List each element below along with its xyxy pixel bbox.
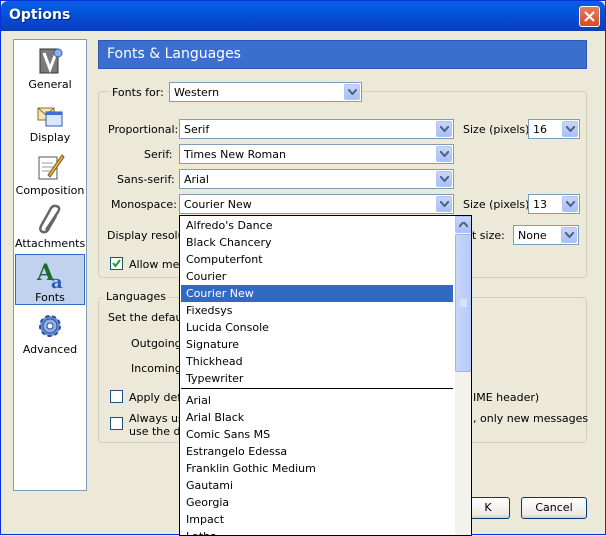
minimum-font-size-select[interactable]: None: [513, 225, 579, 245]
list-item[interactable]: Thickhead: [181, 353, 453, 370]
proportional-label: Proportional:: [108, 123, 179, 136]
size-label-monospace: Size (pixels): [463, 198, 530, 211]
chevron-down-icon: [566, 201, 575, 207]
dropdown-scrollbar[interactable]: [455, 216, 471, 535]
list-item[interactable]: Black Chancery: [181, 234, 453, 251]
gear-icon: [39, 315, 61, 337]
serif-label: Serif:: [144, 148, 173, 161]
always-use-default-checkbox[interactable]: [110, 417, 123, 430]
monospace-font-dropdown[interactable]: Alfredo's Dance Black Chancery Computerf…: [179, 215, 472, 536]
display-icon: [37, 107, 63, 127]
size-label-proportional: Size (pixels): [463, 123, 530, 136]
chevron-down-icon: [440, 176, 449, 182]
sidebar-item-fonts[interactable]: A a Fonts: [15, 254, 85, 305]
window-title: Options: [9, 7, 71, 23]
sidebar-item-display[interactable]: Display: [15, 95, 85, 146]
apply-default-checkbox[interactable]: [110, 390, 123, 403]
fonts-for-label: Fonts for:: [109, 86, 167, 99]
sidebar-item-label: Display: [29, 131, 71, 144]
scroll-up-button[interactable]: [455, 216, 471, 233]
chevron-down-icon: [565, 232, 574, 238]
title-bar[interactable]: Options: [1, 1, 605, 31]
grip-icon: [460, 299, 467, 307]
list-item-selected[interactable]: Courier New: [181, 285, 453, 302]
sidebar-item-label: Composition: [15, 184, 85, 197]
list-item[interactable]: Comic Sans MS: [181, 426, 453, 443]
sidebar-item-advanced[interactable]: Advanced: [15, 307, 85, 358]
close-button[interactable]: [579, 6, 600, 27]
category-sidebar: General Display Composition Attachments …: [13, 39, 87, 491]
always-use-label: Always us: [129, 412, 184, 425]
sidebar-item-label: General: [28, 78, 72, 91]
monospace-label: Monospace:: [111, 198, 177, 211]
proportional-size-select[interactable]: 16: [528, 119, 580, 139]
fonts-for-select[interactable]: Western: [169, 82, 362, 102]
chevron-down-icon: [348, 89, 357, 95]
list-item[interactable]: Estrangelo Edessa: [181, 443, 453, 460]
cancel-button[interactable]: Cancel: [521, 497, 587, 519]
scroll-thumb[interactable]: [455, 234, 471, 372]
composition-icon: [38, 154, 65, 180]
checkmark-icon: [112, 259, 121, 268]
only-new-messages-label: , only new messages: [473, 412, 589, 425]
ok-button[interactable]: K: [466, 497, 510, 519]
sidebar-item-composition[interactable]: Composition: [15, 148, 85, 199]
sans-serif-label: Sans-serif:: [117, 173, 175, 186]
list-item[interactable]: Alfredo's Dance: [181, 217, 453, 234]
monospace-size-select[interactable]: 13: [528, 194, 580, 214]
close-icon: [584, 11, 595, 22]
pane-title: Fonts & Languages: [107, 46, 241, 62]
chevron-up-icon: [459, 222, 468, 228]
list-item[interactable]: Signature: [181, 336, 453, 353]
chevron-down-icon: [566, 126, 575, 132]
list-item[interactable]: Courier: [181, 268, 453, 285]
list-item[interactable]: Arial: [181, 392, 453, 409]
fonts-icon: A a: [36, 260, 63, 290]
paperclip-icon: [39, 204, 61, 234]
serif-select[interactable]: Times New Roman: [179, 144, 454, 164]
outgoing-label: Outgoing: [131, 337, 182, 350]
svg-text:a: a: [51, 272, 63, 290]
list-item[interactable]: Arial Black: [181, 409, 453, 426]
sidebar-item-label: Fonts: [35, 291, 65, 304]
set-default-label: Set the default: [108, 311, 190, 324]
options-window: Options General Display Composition Atta…: [0, 0, 606, 536]
sidebar-item-attachments[interactable]: Attachments: [15, 201, 85, 252]
chevron-down-icon: [440, 151, 449, 157]
allow-messages-checkbox[interactable]: [110, 257, 123, 270]
monospace-select[interactable]: Courier New: [179, 194, 454, 214]
chevron-down-icon: [440, 201, 449, 207]
proportional-select[interactable]: Serif: [179, 119, 454, 139]
languages-legend: Languages: [103, 290, 170, 303]
list-item[interactable]: Lucida Console: [181, 319, 453, 336]
list-item[interactable]: Franklin Gothic Medium: [181, 460, 453, 477]
sidebar-item-label: Attachments: [15, 237, 86, 250]
sidebar-item-label: Advanced: [22, 343, 78, 356]
sidebar-item-general[interactable]: General: [15, 42, 85, 93]
list-separator: [181, 388, 453, 389]
list-item[interactable]: Impact: [181, 511, 453, 528]
list-item[interactable]: Georgia: [181, 494, 453, 511]
list-item[interactable]: Computerfont: [181, 251, 453, 268]
general-icon: [39, 48, 63, 74]
list-item[interactable]: Fixedsys: [181, 302, 453, 319]
list-item[interactable]: Typewriter: [181, 370, 453, 387]
list-item[interactable]: Gautami: [181, 477, 453, 494]
pane-header: Fonts & Languages: [98, 40, 587, 69]
chevron-down-icon: [440, 126, 449, 132]
sans-serif-select[interactable]: Arial: [179, 169, 454, 189]
mime-header-label: IME header): [473, 391, 540, 404]
